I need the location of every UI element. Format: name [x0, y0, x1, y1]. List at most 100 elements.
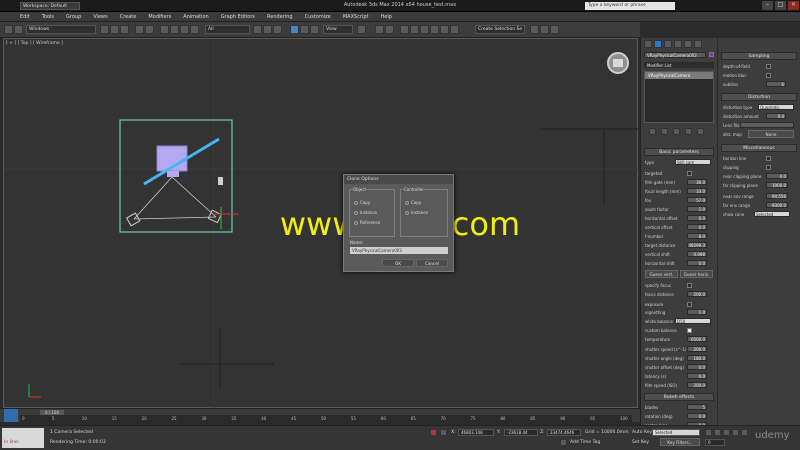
- param-value[interactable]: 0.0: [687, 260, 707, 266]
- rotate-icon[interactable]: [300, 25, 309, 34]
- time-slider-handle-icon[interactable]: [4, 409, 18, 422]
- object-name-field[interactable]: VRayPhysicalCamera002: [644, 52, 706, 58]
- absolute-mode-icon[interactable]: [440, 429, 447, 436]
- guess-horiz-button[interactable]: Guess horiz.: [680, 270, 713, 278]
- align-icon[interactable]: [385, 25, 394, 34]
- menu-animation[interactable]: Animation: [177, 12, 215, 22]
- white-balance-dropdown[interactable]: D50: [675, 318, 711, 324]
- close-icon[interactable]: ×: [788, 1, 799, 10]
- maxscript-listener[interactable]: In line:: [2, 428, 44, 448]
- set-key-button[interactable]: Set Key: [632, 440, 649, 445]
- menu-tools[interactable]: Tools: [36, 12, 60, 22]
- pivot-icon[interactable]: [357, 25, 366, 34]
- key-mode-dropdown[interactable]: Selected: [652, 429, 700, 436]
- radio-copy[interactable]: Copy: [354, 200, 370, 205]
- auto-key-button[interactable]: Auto Key: [632, 430, 652, 435]
- current-frame-field[interactable]: 0: [705, 439, 725, 446]
- key-filters-button[interactable]: Key Filters...: [660, 438, 700, 446]
- param-value[interactable]: 0.0: [687, 364, 707, 370]
- param-value[interactable]: 0.098: [687, 251, 707, 257]
- type-dropdown[interactable]: Still cam: [675, 159, 711, 165]
- go-to-start-icon[interactable]: [705, 429, 712, 436]
- hierarchy-tab-icon[interactable]: [664, 40, 672, 48]
- add-time-tag[interactable]: Add Time Tag: [570, 440, 600, 445]
- reference-coord-dropdown[interactable]: View: [323, 25, 353, 34]
- remove-modifier-icon[interactable]: [685, 128, 692, 135]
- y-coordinate-field[interactable]: -23618.44: [504, 429, 538, 436]
- cancel-button[interactable]: Cancel: [416, 259, 448, 267]
- distortion-rollout[interactable]: Distortion: [721, 93, 797, 101]
- rendered-frame-icon[interactable]: [530, 25, 539, 34]
- exposure-checkbox[interactable]: [687, 302, 692, 307]
- object-color-swatch[interactable]: [709, 52, 714, 57]
- dist-map-button[interactable]: None: [748, 130, 794, 138]
- modify-tab-icon[interactable]: [654, 40, 662, 48]
- go-to-end-icon[interactable]: [741, 429, 748, 436]
- radio-controller-copy[interactable]: Copy: [405, 200, 421, 205]
- layer-manager-icon[interactable]: [400, 25, 409, 34]
- menu-views[interactable]: Views: [87, 12, 113, 22]
- redo-icon[interactable]: [14, 25, 23, 34]
- param-value[interactable]: 0.0: [687, 413, 707, 419]
- guess-vert-button[interactable]: Guess vert.: [645, 270, 678, 278]
- sampling-rollout[interactable]: Sampling: [721, 52, 797, 60]
- param-value[interactable]: 0.0: [687, 215, 707, 221]
- horizon-line-checkbox[interactable]: [766, 156, 771, 161]
- previous-frame-icon[interactable]: [714, 429, 721, 436]
- radio-controller-instance[interactable]: Instance: [405, 210, 428, 215]
- menu-maxscript[interactable]: MAXScript: [337, 12, 375, 22]
- track-bar[interactable]: 0 5 10 15 20 25 30 35 40 45 50 55 60 65 70 75 80 85 90 95 10…: [20, 415, 632, 425]
- param-value[interactable]: 48299.3: [687, 242, 707, 248]
- param-value[interactable]: 0.0: [766, 173, 788, 179]
- menu-customize[interactable]: Customize: [299, 12, 337, 22]
- motion-tab-icon[interactable]: [674, 40, 682, 48]
- lens-file-field[interactable]: [740, 122, 794, 128]
- graphite-icon[interactable]: [410, 25, 419, 34]
- x-coordinate-field[interactable]: 46803.148: [458, 429, 494, 436]
- window-crossing-icon[interactable]: [273, 25, 282, 34]
- targeted-checkbox[interactable]: [687, 171, 692, 176]
- param-value[interactable]: 1.0: [687, 206, 707, 212]
- param-value[interactable]: 8.0: [687, 233, 707, 239]
- specify-focus-checkbox[interactable]: [687, 283, 692, 288]
- curve-editor-icon[interactable]: [420, 25, 429, 34]
- snap-icon[interactable]: [160, 25, 169, 34]
- select-region-icon[interactable]: [263, 25, 272, 34]
- custom-balance-swatch[interactable]: [687, 328, 692, 333]
- param-value[interactable]: 0.0: [687, 224, 707, 230]
- param-value[interactable]: 33.0: [687, 188, 707, 194]
- named-selection-dropdown[interactable]: Create Selection Se: [475, 25, 525, 34]
- spinner-snap-icon[interactable]: [190, 25, 199, 34]
- param-value[interactable]: 90,556: [766, 193, 788, 199]
- angle-snap-icon[interactable]: [170, 25, 179, 34]
- menu-help[interactable]: Help: [375, 12, 398, 22]
- undo-icon[interactable]: [4, 25, 13, 34]
- z-coordinate-field[interactable]: 23474.4646: [547, 429, 581, 436]
- configure-sets-icon[interactable]: [697, 128, 704, 135]
- time-tag-icon[interactable]: [560, 439, 567, 446]
- param-value[interactable]: 5: [687, 404, 707, 410]
- selection-filter-dropdown[interactable]: All: [205, 25, 250, 34]
- clipping-checkbox[interactable]: [766, 165, 771, 170]
- select-object-icon[interactable]: [253, 25, 262, 34]
- pin-stack-icon[interactable]: [649, 128, 656, 135]
- name-field[interactable]: VRayPhysicalCamera003: [350, 247, 448, 254]
- stack-item[interactable]: VRayPhysicalCamera: [645, 72, 713, 79]
- miscellaneous-rollout[interactable]: Miscellaneous: [721, 144, 797, 152]
- make-unique-icon[interactable]: [673, 128, 680, 135]
- next-frame-icon[interactable]: [732, 429, 739, 436]
- param-value[interactable]: 200.0: [687, 346, 707, 352]
- scale-icon[interactable]: [310, 25, 319, 34]
- material-editor-icon[interactable]: [440, 25, 449, 34]
- schematic-icon[interactable]: [430, 25, 439, 34]
- minimize-icon[interactable]: –: [762, 1, 773, 10]
- ok-button[interactable]: OK: [382, 259, 414, 267]
- lock-selection-icon[interactable]: [430, 429, 437, 436]
- dof-checkbox[interactable]: [766, 64, 771, 69]
- param-value[interactable]: 0.0: [687, 373, 707, 379]
- menu-group[interactable]: Group: [60, 12, 87, 22]
- param-value[interactable]: 200.0: [687, 291, 707, 297]
- display-tab-icon[interactable]: [684, 40, 692, 48]
- param-value[interactable]: 1000.0: [766, 182, 788, 188]
- param-value[interactable]: 180.0: [687, 355, 707, 361]
